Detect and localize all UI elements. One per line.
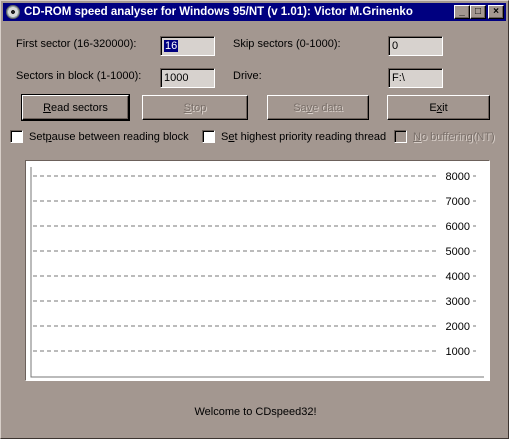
- priority-checkbox[interactable]: Set highest priority reading thread: [202, 130, 386, 143]
- read-sectors-button[interactable]: Read sectors: [21, 94, 130, 121]
- y-tick-label: 3000: [446, 296, 470, 308]
- first-sector-input[interactable]: 16: [160, 36, 215, 56]
- skip-sectors-label: Skip sectors (0-1000):: [233, 38, 341, 50]
- drive-input[interactable]: F:\: [388, 68, 443, 88]
- cd-icon: [6, 5, 20, 19]
- priority-label-pre: S: [221, 130, 229, 143]
- no-buffering-checkbox-box[interactable]: [394, 130, 407, 143]
- first-sector-label: First sector (16-320000):: [16, 38, 137, 50]
- read-label: ead sectors: [51, 101, 108, 114]
- speed-chart: 1000 2000 3000 4000 5000 6000 7000 8000: [25, 160, 490, 381]
- first-sector-value: 16: [164, 40, 179, 52]
- y-tick-label: 4000: [446, 271, 470, 283]
- exit-label-pre: E: [429, 101, 437, 114]
- no-buffering-checkbox[interactable]: No buffering(NT): [394, 130, 495, 143]
- pause-checkbox-box[interactable]: [10, 130, 23, 143]
- sectors-in-block-input[interactable]: 1000: [160, 68, 215, 88]
- stop-accel: S: [183, 101, 192, 114]
- window-title: CD-ROM speed analyser for Windows 95/NT …: [24, 6, 413, 18]
- stop-label: top: [191, 101, 207, 114]
- save-label: e data: [312, 101, 343, 114]
- maximize-button[interactable]: □: [470, 5, 486, 19]
- nobuffer-label: o buffering(NT): [420, 130, 495, 143]
- title-bar[interactable]: CD-ROM speed analyser for Windows 95/NT …: [3, 3, 506, 21]
- minimize-button[interactable]: _: [454, 5, 470, 19]
- skip-sectors-input[interactable]: 0: [388, 36, 443, 56]
- priority-checkbox-box[interactable]: [202, 130, 215, 143]
- y-tick-label: 5000: [446, 246, 470, 258]
- read-accel: R: [43, 101, 52, 114]
- close-button[interactable]: ×: [488, 5, 504, 19]
- stop-button[interactable]: Stop: [142, 95, 248, 120]
- drive-label: Drive:: [233, 70, 262, 82]
- priority-label: t highest priority reading thread: [234, 130, 387, 143]
- main-window: CD-ROM speed analyser for Windows 95/NT …: [0, 0, 509, 439]
- pause-checkbox[interactable]: Set p ause between reading block: [10, 130, 189, 143]
- speed-chart-svg: 1000 2000 3000 4000 5000 6000 7000 8000: [30, 167, 484, 378]
- exit-button[interactable]: Ex it: [387, 95, 490, 120]
- nobuffer-accel: N: [413, 130, 421, 143]
- y-tick-label: 1000: [446, 346, 470, 358]
- pause-label-pre: Set: [29, 130, 46, 143]
- drive-value: F:\: [392, 72, 405, 84]
- sectors-in-block-label: Sectors in block (1-1000):: [16, 70, 142, 82]
- pause-label: ause between reading block: [51, 130, 189, 143]
- status-text: Welcome to CDspeed32!: [194, 406, 317, 418]
- y-tick-label: 8000: [446, 171, 470, 183]
- y-tick-label: 7000: [446, 196, 470, 208]
- save-data-button[interactable]: Sa v e data: [267, 95, 369, 120]
- exit-label: it: [442, 101, 448, 114]
- chart-axes: [30, 167, 484, 378]
- save-label-pre: Sa: [293, 101, 307, 114]
- sectors-in-block-value: 1000: [164, 72, 189, 84]
- y-tick-label: 2000: [446, 321, 470, 333]
- y-tick-label: 6000: [446, 221, 470, 233]
- skip-sectors-value: 0: [392, 40, 399, 52]
